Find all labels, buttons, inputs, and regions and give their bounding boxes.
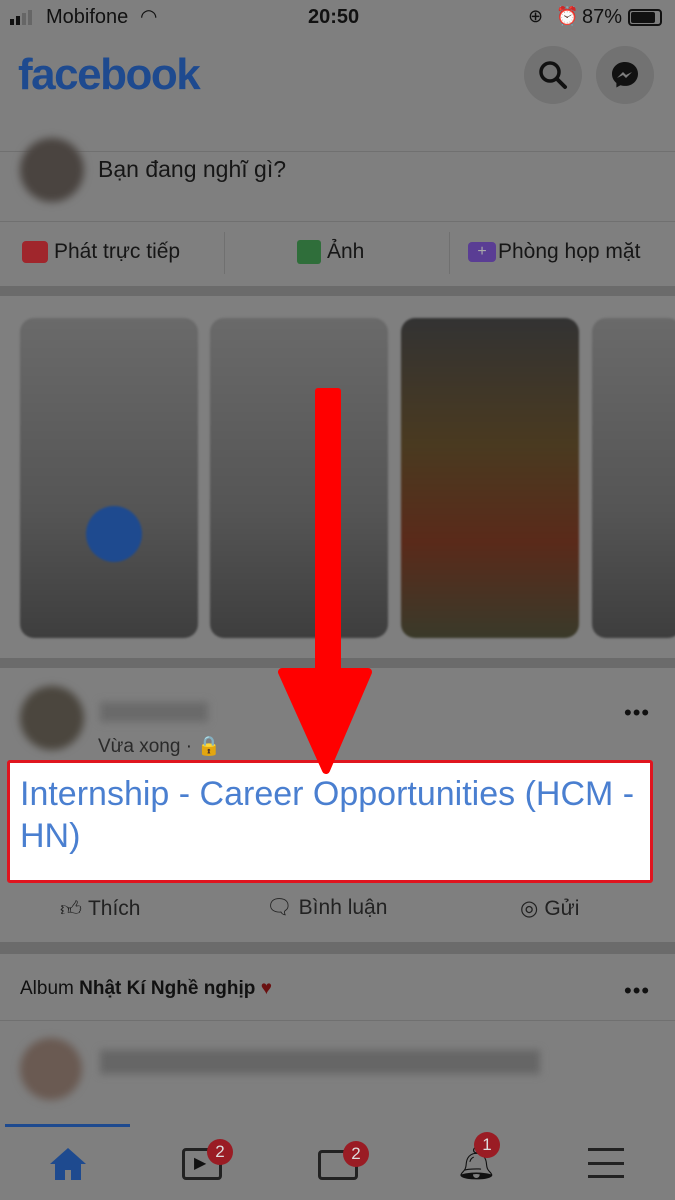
room-button[interactable]: + Phòng họp mặt (468, 240, 640, 264)
album-more-button[interactable]: ••• (624, 978, 650, 1004)
orientation-lock-icon: ⊕ (528, 6, 544, 26)
lock-icon: 🔒 (197, 736, 222, 757)
like-label: Thích (87, 897, 141, 920)
status-bar: Mobifone ◠ 20:50 ⊕ ⏰ 87% (0, 0, 675, 36)
album-author-name[interactable] (100, 1050, 540, 1074)
post-text-link[interactable]: Internship - Career Opportunities (HCM -… (20, 773, 640, 857)
album-name: Nhật Kí Nghề nghịp (79, 978, 256, 999)
room-label: Phòng họp mặt (498, 240, 641, 263)
home-icon (50, 1148, 86, 1180)
search-button[interactable] (524, 46, 582, 104)
signal-icon (10, 10, 32, 25)
add-story-icon (86, 506, 142, 562)
comment-icon: 🗨︎ (266, 896, 293, 919)
notifications-tab[interactable]: 🔔︎ 1 (456, 1132, 500, 1184)
story-card[interactable] (592, 318, 675, 638)
album-prefix: Album (20, 978, 74, 999)
like-button[interactable]: 👍︎ Thích (60, 896, 140, 922)
like-icon: 👍︎ (60, 898, 82, 921)
marketplace-tab[interactable]: 2 (318, 1141, 369, 1180)
user-avatar[interactable] (20, 138, 84, 202)
wifi-icon: ◠ (140, 6, 158, 28)
post-author-avatar[interactable] (20, 686, 84, 750)
messenger-button[interactable] (596, 46, 654, 104)
send-button[interactable]: ◎ Gửi (520, 896, 579, 921)
live-video-button[interactable]: Phát trực tiếp (22, 240, 180, 264)
post-text-highlight: Internship - Career Opportunities (HCM -… (7, 760, 653, 883)
live-video-icon (22, 241, 48, 263)
album-header[interactable]: Album Nhật Kí Nghề nghịp ♥ (20, 978, 272, 1000)
room-icon: + (468, 242, 496, 262)
messenger-send-icon: ◎ (520, 897, 539, 920)
battery-icon (628, 9, 662, 26)
live-video-label: Phát trực tiếp (54, 240, 181, 263)
post-meta: Vừa xong · 🔒 (98, 736, 222, 757)
watch-icon: ▶ (194, 1155, 207, 1172)
alarm-icon: ⏰ (556, 6, 579, 26)
photo-label: Ảnh (327, 240, 365, 263)
album-author-avatar[interactable] (20, 1038, 82, 1100)
post-more-button[interactable]: ••• (624, 700, 650, 726)
search-icon (539, 61, 567, 89)
heart-icon: ♥ (260, 978, 272, 999)
create-story-card[interactable] (20, 318, 198, 638)
carrier: Mobifone (46, 6, 129, 28)
photo-icon (297, 240, 321, 264)
facebook-logo[interactable]: facebook (18, 50, 201, 100)
clock: 20:50 (308, 6, 360, 28)
watch-tab[interactable]: ▶ 2 (182, 1139, 233, 1180)
watch-badge: 2 (207, 1139, 233, 1165)
composer-input[interactable]: Bạn đang nghĩ gì? (98, 156, 286, 183)
messenger-icon (612, 62, 638, 88)
battery-percent: 87% (582, 6, 623, 28)
comment-button[interactable]: 🗨︎ Bình luận (266, 896, 387, 920)
bottom-nav: ▶ 2 2 🔔︎ 1 (0, 1120, 675, 1200)
post-author-name[interactable] (100, 702, 208, 722)
comment-label: Bình luận (298, 896, 388, 919)
menu-tab[interactable] (588, 1148, 624, 1178)
photo-button[interactable]: Ảnh (297, 240, 364, 264)
menu-icon (588, 1148, 624, 1151)
home-tab[interactable] (48, 1144, 88, 1189)
marketplace-badge: 2 (343, 1141, 369, 1167)
post-time: Vừa xong (98, 736, 181, 757)
notifications-badge: 1 (474, 1132, 500, 1158)
send-label: Gửi (544, 896, 580, 920)
story-card[interactable] (401, 318, 579, 638)
annotation-arrow-icon (278, 388, 372, 774)
